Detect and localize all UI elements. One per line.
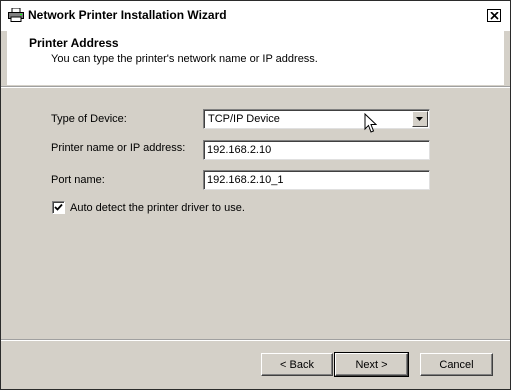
port-name-field[interactable]: [203, 170, 430, 190]
page-subtitle: You can type the printer's network name …: [51, 53, 318, 65]
close-button[interactable]: [487, 9, 501, 22]
header-divider: [1, 86, 510, 88]
port-name-input[interactable]: [207, 173, 417, 187]
wizard-header: Printer Address You can type the printer…: [7, 31, 504, 85]
page-title: Printer Address: [29, 36, 119, 50]
printer-name-label: Printer name or IP address:: [51, 142, 186, 154]
auto-detect-label[interactable]: Auto detect the printer driver to use.: [70, 202, 245, 214]
device-type-label: Type of Device:: [51, 113, 127, 125]
auto-detect-checkbox[interactable]: [52, 201, 65, 214]
port-name-label: Port name:: [51, 174, 105, 186]
printer-name-field[interactable]: [203, 140, 430, 160]
footer-divider: [1, 339, 510, 341]
checkmark-icon: [54, 203, 63, 211]
next-button[interactable]: Next >: [334, 352, 409, 377]
window-title: Network Printer Installation Wizard: [28, 8, 227, 22]
device-type-dropdown-button[interactable]: [412, 111, 428, 127]
device-type-select[interactable]: TCP/IP Device: [203, 109, 430, 129]
close-icon: [490, 12, 499, 20]
printer-name-input[interactable]: [207, 143, 417, 157]
device-type-value: TCP/IP Device: [208, 113, 280, 125]
back-button[interactable]: < Back: [261, 353, 333, 376]
printer-icon: [8, 7, 24, 22]
mouse-cursor-icon: [364, 112, 378, 137]
chevron-down-icon: [416, 117, 423, 121]
cancel-button[interactable]: Cancel: [420, 353, 493, 376]
wizard-window: Network Printer Installation Wizard Prin…: [0, 0, 511, 390]
title-bar[interactable]: Network Printer Installation Wizard: [1, 1, 510, 31]
